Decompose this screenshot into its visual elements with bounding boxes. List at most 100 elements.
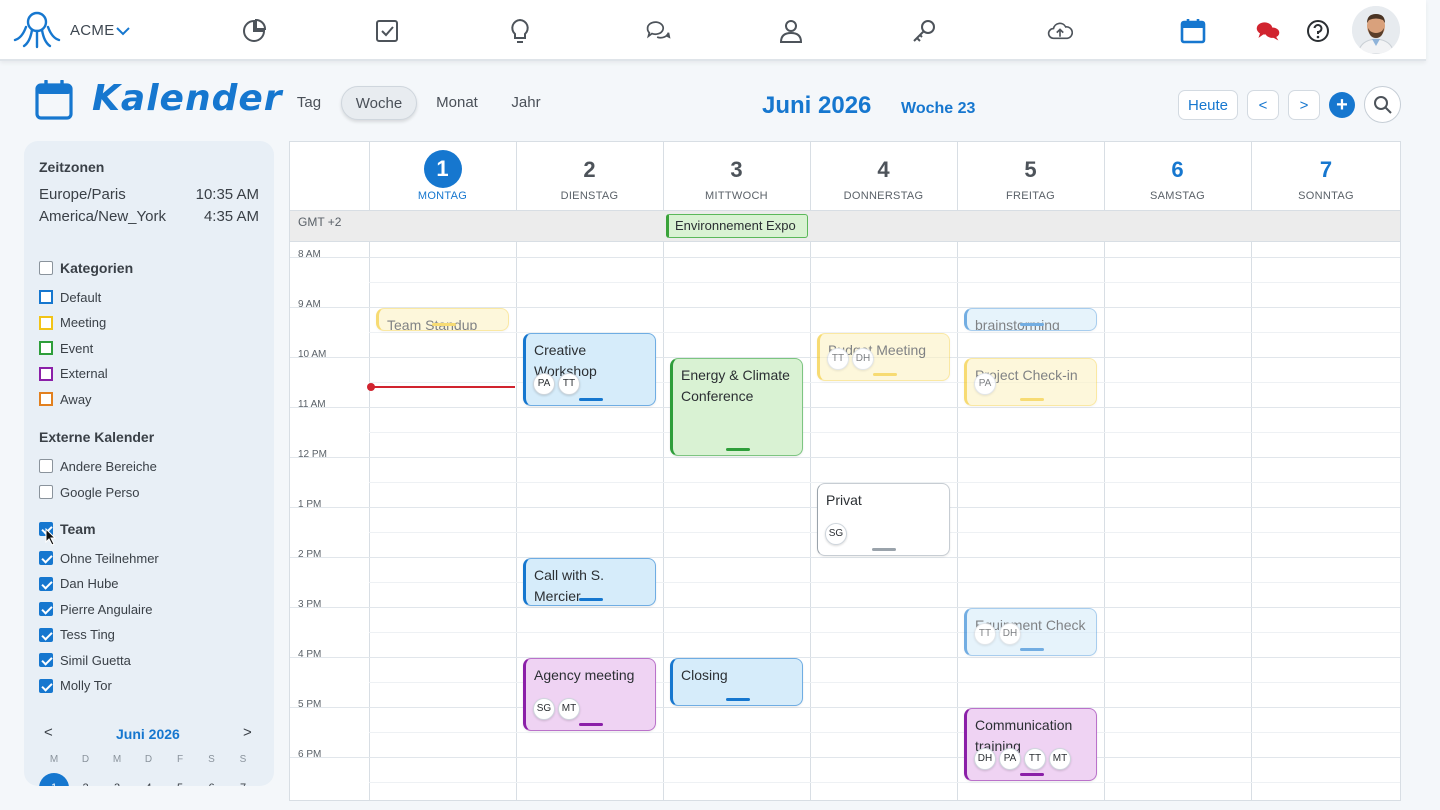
category-item[interactable]: Default (39, 288, 101, 306)
checkbox[interactable] (39, 485, 53, 499)
category-item[interactable]: Away (39, 390, 92, 408)
calendar-event[interactable]: Team Standup (376, 308, 509, 331)
tab-year[interactable]: Jahr (504, 86, 548, 120)
cloud-upload-icon[interactable] (1045, 16, 1075, 46)
categories-checkbox[interactable] (39, 261, 53, 275)
attendee-initials[interactable]: MT (558, 698, 580, 720)
checkbox[interactable] (39, 627, 53, 642)
calendar-event[interactable]: Agency meeting SG MT (523, 658, 656, 731)
attendee-initials[interactable]: TT (827, 348, 849, 370)
checkbox[interactable] (39, 551, 53, 565)
user-avatar[interactable] (1352, 6, 1400, 54)
calendar-event[interactable]: Budget Meeting TT DH (817, 333, 950, 381)
organization-name[interactable]: ACME (70, 22, 115, 39)
event-resize-handle[interactable] (578, 398, 603, 401)
calendar-icon[interactable] (1178, 16, 1208, 46)
day-header[interactable]: 6 SAMSTAG (1104, 142, 1251, 210)
category-item[interactable]: External (39, 365, 108, 383)
help-icon[interactable] (1303, 16, 1333, 46)
day-header[interactable]: 7 SONNTAG (1251, 142, 1400, 210)
team-member-item[interactable]: Dan Hube (39, 575, 119, 593)
attendee-initials[interactable]: DH (852, 348, 874, 370)
mini-calendar-day[interactable]: 3 (102, 773, 132, 786)
checkbox[interactable] (39, 602, 53, 616)
event-resize-handle[interactable] (871, 548, 896, 551)
day-header[interactable]: 2 DIENSTAG (516, 142, 663, 210)
checkbox[interactable] (39, 678, 53, 693)
tab-week[interactable]: Woche (341, 86, 417, 120)
attendee-initials[interactable]: DH (974, 748, 996, 770)
team-member-item[interactable]: Tess Ting (39, 626, 115, 644)
attendee-initials[interactable]: PA (974, 373, 996, 395)
attendee-initials[interactable]: TT (558, 373, 580, 395)
event-resize-handle[interactable] (1019, 773, 1044, 776)
search-button[interactable] (1364, 86, 1401, 123)
calendar-event[interactable]: brainstorming (964, 308, 1097, 331)
mini-calendar-day[interactable]: 1 (39, 773, 69, 786)
calendar-event[interactable]: Call with S. Mercier (523, 558, 656, 606)
tab-day[interactable]: Tag (288, 86, 330, 120)
external-calendar-item[interactable]: Andere Bereiche (39, 457, 157, 475)
add-event-button[interactable]: + (1329, 92, 1355, 118)
team-member-item[interactable]: Molly Tor (39, 677, 112, 695)
key-icon[interactable] (909, 16, 939, 46)
mini-calendar-day[interactable]: 5 (165, 773, 195, 786)
octopus-logo-icon[interactable] (12, 10, 62, 50)
next-week-button[interactable]: > (1288, 90, 1320, 120)
tasks-icon[interactable] (372, 16, 402, 46)
mini-calendar-prev-button[interactable]: < (44, 724, 53, 741)
mini-calendar-day[interactable]: 7 (228, 773, 258, 786)
attendee-initials[interactable]: PA (533, 373, 555, 395)
event-resize-handle[interactable] (1019, 398, 1044, 401)
all-day-event[interactable]: Environnement Expo (666, 214, 808, 238)
event-resize-handle[interactable] (725, 698, 750, 701)
calendar-event[interactable]: Project Check-in PA (964, 358, 1097, 406)
day-header[interactable]: 1 MONTAG (369, 142, 516, 210)
messages-icon[interactable] (1253, 16, 1283, 46)
team-member-item[interactable]: Ohne Teilnehmer (39, 549, 159, 567)
checkbox[interactable] (39, 459, 53, 473)
team-member-item[interactable]: Pierre Angulaire (39, 600, 153, 618)
chat-icon[interactable] (643, 16, 673, 46)
ideas-icon[interactable] (505, 16, 535, 46)
attendee-initials[interactable]: DH (999, 623, 1021, 645)
day-header[interactable]: 4 DONNERSTAG (810, 142, 957, 210)
event-resize-handle[interactable] (1019, 648, 1044, 651)
mini-calendar-day[interactable]: 6 (197, 773, 227, 786)
day-header[interactable]: 3 MITTWOCH (663, 142, 810, 210)
event-resize-handle[interactable] (872, 373, 897, 376)
mini-calendar-next-button[interactable]: > (243, 724, 252, 741)
calendar-event[interactable]: Communication training DH PA TT MT (964, 708, 1097, 781)
checkbox[interactable] (39, 576, 53, 591)
calendar-event[interactable]: Closing (670, 658, 803, 706)
contacts-icon[interactable] (776, 16, 806, 46)
attendee-initials[interactable]: TT (1024, 748, 1046, 770)
event-resize-handle[interactable] (725, 448, 750, 451)
day-header[interactable]: 5 FREITAG (957, 142, 1104, 210)
external-calendar-item[interactable]: Google Perso (39, 483, 140, 501)
attendee-initials[interactable]: SG (825, 523, 847, 545)
previous-week-button[interactable]: < (1247, 90, 1279, 120)
tab-month[interactable]: Monat (428, 86, 486, 120)
dashboard-icon[interactable] (239, 16, 269, 46)
chevron-down-icon[interactable] (115, 24, 131, 38)
event-resize-handle[interactable] (578, 723, 603, 726)
event-resize-handle[interactable] (431, 323, 456, 326)
calendar-event[interactable]: Privat SG (817, 483, 950, 556)
attendee-initials[interactable]: SG (533, 698, 555, 720)
event-resize-handle[interactable] (578, 598, 603, 601)
mini-calendar-day[interactable]: 4 (134, 773, 164, 786)
attendee-initials[interactable]: TT (974, 623, 996, 645)
checkbox[interactable] (39, 653, 53, 667)
calendar-event[interactable]: Energy & Climate Conference (670, 358, 803, 456)
event-resize-handle[interactable] (1019, 323, 1044, 326)
categories-toggle[interactable]: Kategorien (39, 259, 133, 277)
team-member-item[interactable]: Simil Guetta (39, 651, 131, 669)
attendee-initials[interactable]: PA (999, 748, 1021, 770)
calendar-event[interactable]: Equipment Check TT DH (964, 608, 1097, 656)
category-item[interactable]: Event (39, 339, 93, 357)
attendee-initials[interactable]: MT (1049, 748, 1071, 770)
mini-calendar-day[interactable]: 2 (71, 773, 101, 786)
today-button[interactable]: Heute (1178, 90, 1238, 120)
calendar-event[interactable]: Creative Workshop PA TT (523, 333, 656, 406)
